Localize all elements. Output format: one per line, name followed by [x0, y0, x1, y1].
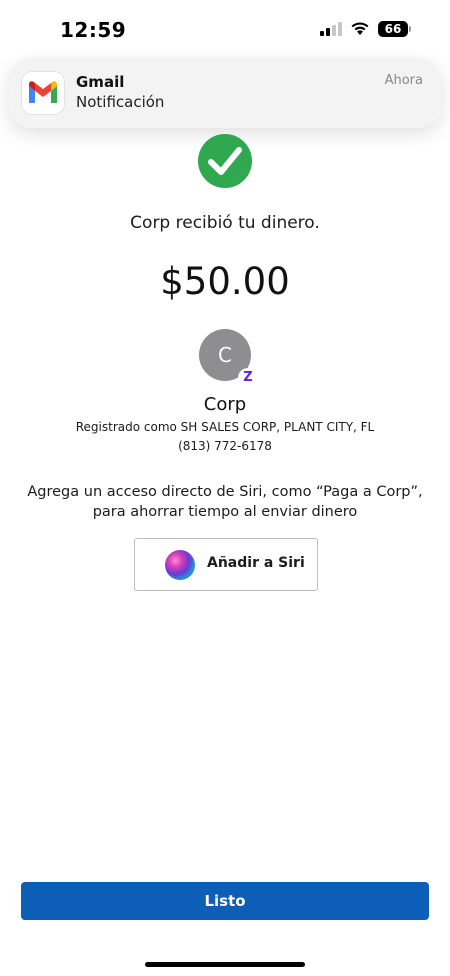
- cellular-signal-icon: [320, 22, 342, 36]
- home-indicator[interactable]: [145, 962, 305, 967]
- gmail-icon: [22, 72, 64, 114]
- success-check-icon: [198, 134, 252, 188]
- notification-time: Ahora: [384, 73, 423, 88]
- status-bar: 12:59 66: [0, 0, 450, 58]
- siri-shortcut-description: Agrega un acceso directo de Siri, como “…: [27, 484, 423, 520]
- recipient-registration: Registrado como SH SALES CORP, PLANT CIT…: [75, 420, 375, 434]
- zelle-badge-icon: Z: [238, 368, 258, 388]
- wifi-icon: [351, 22, 369, 35]
- avatar-initial: C: [218, 343, 232, 367]
- done-button[interactable]: Listo: [21, 882, 429, 920]
- status-time: 12:59: [60, 18, 127, 42]
- add-to-siri-button[interactable]: Añadir a Siri: [134, 538, 318, 591]
- recipient-name: Corp: [203, 394, 247, 415]
- battery-level: 66: [384, 22, 402, 36]
- siri-icon: [165, 550, 195, 580]
- battery-tip: [409, 26, 411, 32]
- battery-icon: 66: [378, 21, 408, 37]
- add-to-siri-label: Añadir a Siri: [207, 555, 305, 571]
- recipient-phone: (813) 772-6178: [178, 439, 272, 453]
- payment-received-message: Corp recibió tu dinero.: [130, 213, 320, 233]
- notification-body: Notificación: [76, 93, 165, 111]
- gmail-notification-banner[interactable]: Gmail Notificación Ahora: [9, 58, 441, 128]
- zelle-badge-symbol: Z: [243, 370, 253, 385]
- payment-amount: $50.00: [160, 260, 290, 303]
- notification-app-name: Gmail: [76, 73, 125, 91]
